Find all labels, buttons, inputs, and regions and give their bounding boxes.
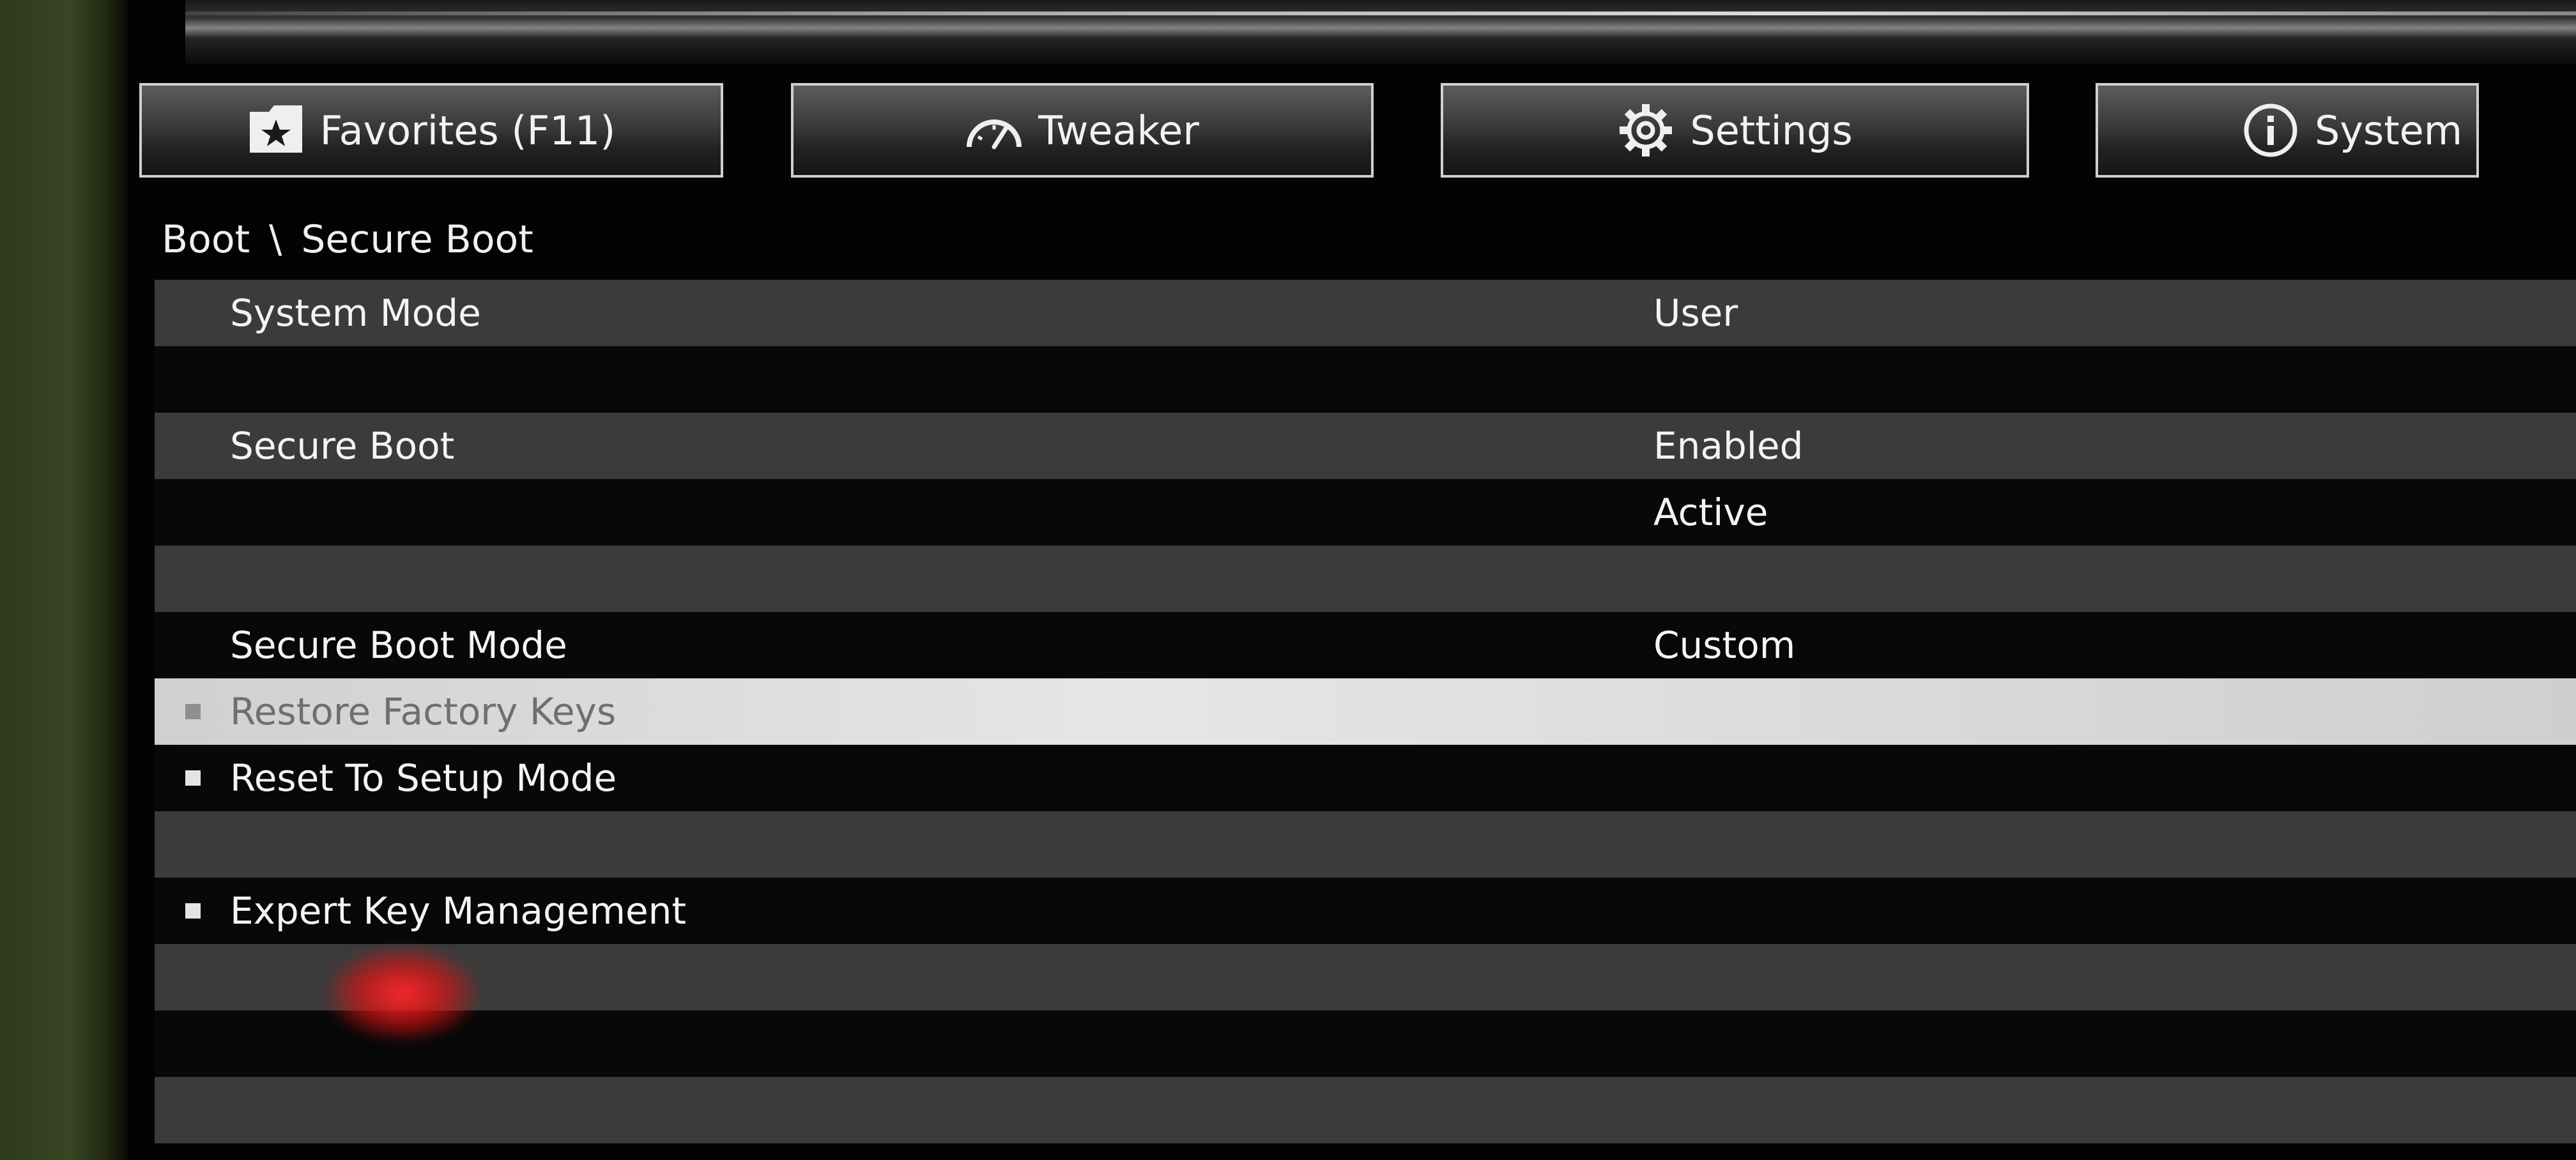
breadcrumb-separator: \: [269, 217, 282, 262]
breadcrumb: Boot \ Secure Boot: [162, 214, 533, 265]
red-light-reflection: [326, 945, 479, 1041]
speedometer-icon: [965, 111, 1023, 149]
setting-row-secure-boot-mode[interactable]: Secure Boot Mode Custom: [155, 612, 2576, 678]
tab-tweaker[interactable]: Tweaker: [791, 83, 1374, 178]
setting-row-blank: [155, 811, 2576, 878]
setting-row-blank: [155, 944, 2576, 1011]
setting-label: Secure Boot Mode: [230, 623, 567, 667]
tab-settings-label: Settings: [1690, 107, 1853, 154]
setting-label: System Mode: [230, 291, 481, 335]
menu-item-label: Restore Factory Keys: [230, 690, 617, 733]
setting-row-system-mode: System Mode User: [155, 280, 2576, 346]
top-header-strip: [185, 0, 2576, 64]
menu-item-expert-key-management[interactable]: Expert Key Management: [155, 878, 2576, 944]
info-icon: [2242, 102, 2299, 159]
secure-boot-mode-select[interactable]: Custom: [1653, 623, 1795, 667]
menu-item-label: Reset To Setup Mode: [230, 756, 617, 800]
setting-row-blank: [155, 546, 2576, 612]
tab-settings[interactable]: Settings: [1441, 83, 2029, 178]
favorites-folder-star-icon: [247, 105, 305, 155]
monitor-bezel: [0, 0, 128, 1160]
setting-row-secure-boot: Secure Boot Enabled: [155, 413, 2576, 479]
setting-row-secure-boot-status: Active: [155, 479, 2576, 546]
setting-value: Enabled: [1653, 424, 1804, 468]
tab-favorites-label: Favorites (F11): [319, 107, 616, 154]
top-header-highlight: [185, 11, 2576, 15]
menu-item-label: Expert Key Management: [230, 889, 687, 933]
gear-icon: [1617, 102, 1675, 159]
menu-item-restore-factory-keys[interactable]: Restore Factory Keys: [155, 678, 2576, 745]
setting-row-blank: [155, 1077, 2576, 1143]
setting-row-blank: [155, 1011, 2576, 1077]
breadcrumb-current: Secure Boot: [301, 217, 533, 262]
submenu-bullet-icon: [185, 770, 201, 786]
setting-label: Secure Boot: [230, 424, 455, 468]
tab-tweaker-label: Tweaker: [1038, 107, 1199, 154]
tab-system[interactable]: System: [2096, 83, 2479, 178]
breadcrumb-parent[interactable]: Boot: [162, 217, 250, 262]
submenu-bullet-icon: [185, 903, 201, 919]
submenu-bullet-icon: [185, 704, 201, 719]
setting-row-blank: [155, 346, 2576, 413]
setting-value: Active: [1653, 491, 1768, 534]
tab-favorites[interactable]: Favorites (F11): [139, 83, 723, 178]
tab-system-label: System: [2315, 107, 2463, 154]
setting-value: User: [1653, 291, 1738, 335]
menu-item-reset-to-setup-mode[interactable]: Reset To Setup Mode: [155, 745, 2576, 811]
